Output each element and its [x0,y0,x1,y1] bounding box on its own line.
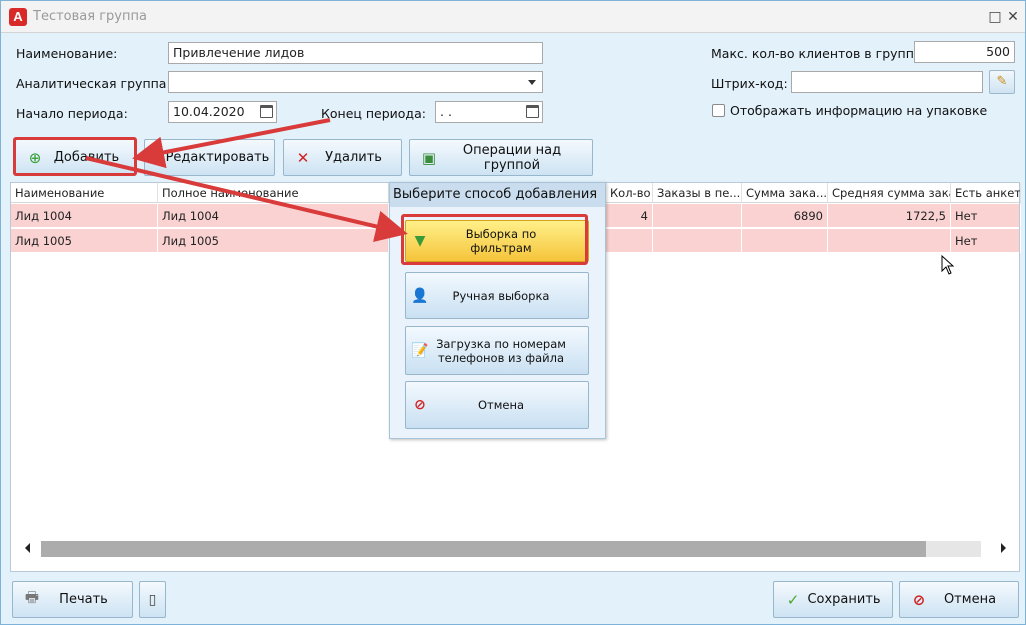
filter-selection-button[interactable]: ▼ Выборка по фильтрам [405,220,589,262]
table-cell [653,229,742,253]
table-cell [606,229,653,253]
maximize-icon[interactable]: □ [987,9,1003,25]
group-operations-button[interactable]: ▣ Операции над группой [409,139,593,176]
table-cell [653,204,742,228]
table-cell [828,229,951,253]
barcode-generate-button[interactable]: ✎ [989,70,1015,94]
column-header[interactable]: Полное наименование [158,183,389,203]
barcode-label: Штрих-код: [711,76,788,91]
horizontal-scrollbar[interactable] [11,538,1019,560]
load-from-file-line1: Загрузка по номерам [436,336,566,351]
table-cell: Лид 1005 [158,229,389,253]
scroll-left-icon[interactable] [25,543,30,553]
column-header[interactable]: Средняя сумма заказа [828,183,951,203]
barcode-field[interactable] [791,71,983,93]
column-header[interactable]: Кол-во з... [606,183,653,203]
window-title: Тестовая группа [33,9,147,24]
table-cell [742,229,828,253]
page-icon: ▯ [148,591,157,608]
delete-button-label: Удалить [325,150,382,165]
save-button[interactable]: ✓ Сохранить [773,581,893,618]
name-field[interactable]: Привлечение лидов [168,42,543,64]
dialog-window: A Тестовая группа □ ✕ Наименование: Прив… [0,0,1026,625]
load-from-file-button[interactable]: 📝 Загрузка по номерам телефонов из файла [405,326,589,375]
app-logo-icon: A [9,8,27,26]
save-button-label: Сохранить [807,592,881,607]
popup-cancel-label: Отмена [477,398,525,412]
checkmark-icon: ✓ [786,590,800,609]
printer-icon: 🖶 [24,588,40,606]
manual-selection-label: Ручная выборка [452,288,550,303]
bottom-bar: 🖶 Печать ▯ ✓ Сохранить ⊘ Отмена [1,576,1025,625]
image-icon: ▣ [421,148,437,167]
calendar-icon[interactable] [260,105,273,118]
period-end-value: . . [440,104,452,119]
close-icon[interactable]: ✕ [1005,9,1021,25]
edit-button-label: Редактировать [165,150,270,165]
period-start-value: 10.04.2020 [173,104,245,119]
user-icon: 👤 [411,287,429,304]
show-on-pack-label: Отображать информацию на упаковке [730,103,988,118]
add-method-popup: Выберите способ добавления ▼ Выборка по … [389,182,606,439]
mouse-cursor-icon [941,255,955,275]
column-header[interactable]: Есть анкета [951,183,1021,203]
scroll-track[interactable] [41,541,981,557]
print-button[interactable]: 🖶 Печать [12,581,133,618]
group-form: Наименование: Привлечение лидов Аналитич… [1,34,1025,130]
max-clients-field[interactable]: 500 [914,41,1015,63]
add-button-label: Добавить [53,150,120,165]
scroll-thumb[interactable] [41,541,926,557]
table-cell: Лид 1005 [11,229,158,253]
scroll-right-icon[interactable] [1001,543,1006,553]
max-clients-label: Макс. кол-во клиентов в группе: [711,46,926,61]
chevron-down-icon[interactable] [528,80,536,85]
toolbar: ⊕ Добавить ✎ Редактировать ✕ Удалить ▣ О… [1,134,1025,180]
delete-button[interactable]: ✕ Удалить [283,139,402,176]
name-label: Наименование: [16,46,118,61]
cancel-button-label: Отмена [943,592,997,607]
table-cell: Лид 1004 [11,204,158,228]
show-on-pack-checkbox[interactable] [712,104,725,117]
popup-cancel-button[interactable]: ⊘ Отмена [405,381,589,429]
key-icon: ✎ [996,74,1008,89]
column-header[interactable]: Наименование [11,183,158,203]
table-cell: Нет [951,204,1021,228]
edit-document-icon: 📝 [411,342,429,359]
table-cell: 6890 [742,204,828,228]
print-button-label: Печать [59,592,108,607]
filter-selection-label: Выборка по фильтрам [465,227,537,255]
analytic-group-select[interactable] [168,71,543,93]
no-entry-icon: ⊘ [912,590,926,609]
period-start-field[interactable]: 10.04.2020 [168,101,277,123]
column-header[interactable]: Заказы в пе... [653,183,742,203]
title-bar: A Тестовая группа □ ✕ [1,1,1025,33]
funnel-icon: ▼ [414,233,426,249]
popup-title: Выберите способ добавления [390,183,605,207]
x-icon: ✕ [296,148,310,167]
analytic-group-label: Аналитическая группа: [16,76,171,91]
period-start-label: Начало периода: [16,106,128,121]
table-cell: Лид 1004 [158,204,389,228]
table-cell: 1722,5 [828,204,951,228]
table-cell: 4 [606,204,653,228]
add-button[interactable]: ⊕ Добавить [15,139,136,176]
no-entry-icon: ⊘ [414,397,426,413]
column-header[interactable]: Сумма зака... [742,183,828,203]
calendar-icon[interactable] [526,105,539,118]
edit-button[interactable]: ✎ Редактировать [144,139,275,176]
period-end-label: Конец периода: [321,106,426,121]
plus-circle-icon: ⊕ [28,148,42,167]
cancel-button[interactable]: ⊘ Отмена [899,581,1019,618]
load-from-file-label: Загрузка по номерам телефонов из файла [434,337,588,365]
period-end-field[interactable]: . . [435,101,543,123]
print-settings-button[interactable]: ▯ [139,581,166,618]
group-operations-label: Операции над группой [462,142,562,173]
pencil-icon: ✎ [153,148,166,167]
load-from-file-line2: телефонов из файла [437,350,565,365]
manual-selection-button[interactable]: 👤 Ручная выборка [405,272,589,319]
table-cell: Нет [951,229,1021,253]
